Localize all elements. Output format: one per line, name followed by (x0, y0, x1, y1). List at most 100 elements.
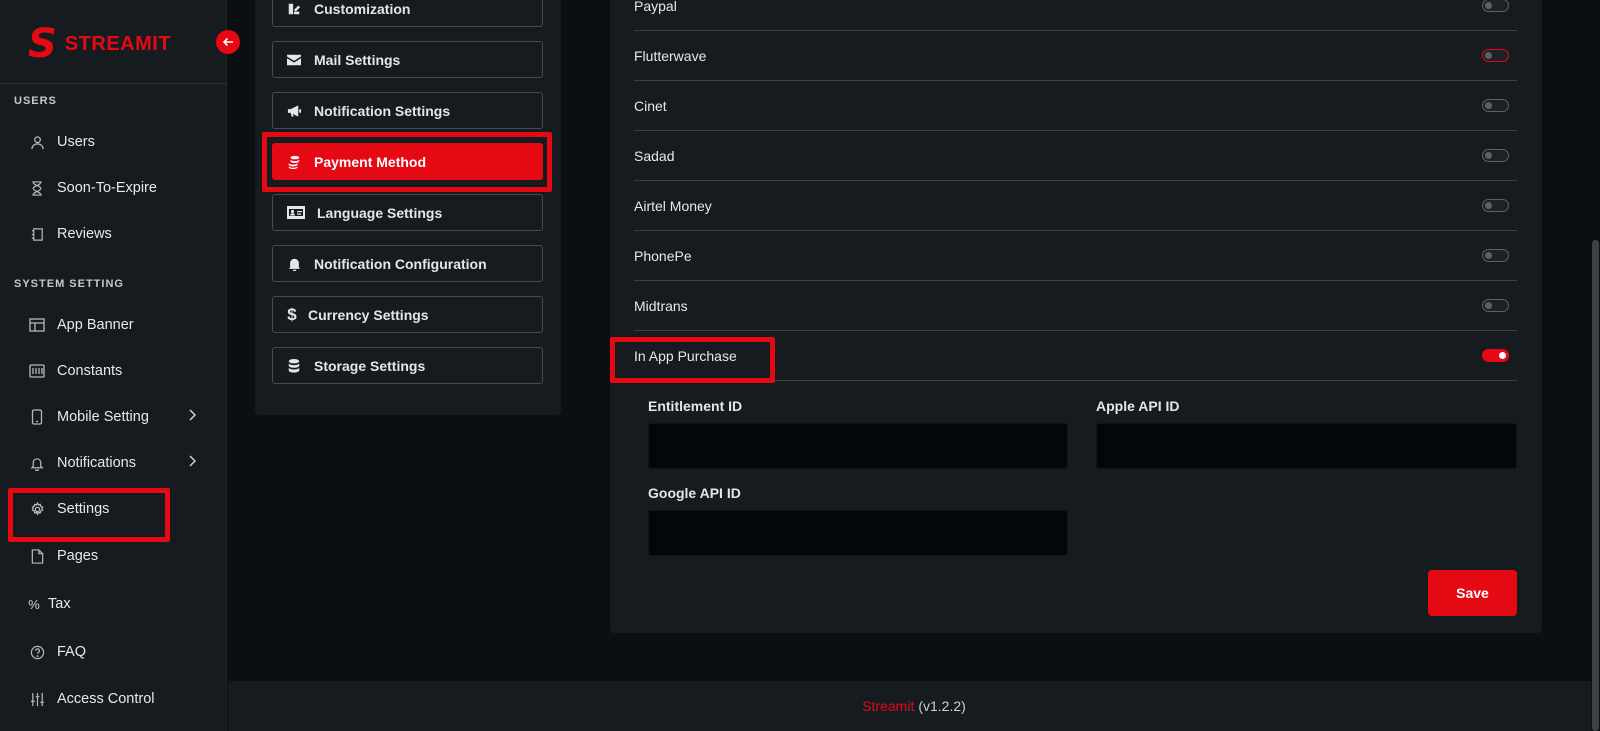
sidebar-item-label: Reviews (57, 226, 112, 242)
midtrans-toggle[interactable] (1482, 299, 1509, 312)
menu-payment-method[interactable]: Payment Method (272, 143, 543, 180)
mobile-icon (28, 408, 46, 426)
apple-api-id-input[interactable] (1096, 423, 1517, 469)
sidebar-item-label: FAQ (57, 644, 87, 660)
page-scrollbar[interactable] (1591, 0, 1600, 731)
menu-label: Notification Configuration (314, 255, 487, 272)
database-icon (286, 358, 302, 374)
payment-row-phonepe: PhonePe (634, 231, 1517, 281)
phonepe-toggle[interactable] (1482, 249, 1509, 262)
section-title-system-setting: SYSTEM SETTING (14, 278, 124, 290)
constants-icon (28, 362, 46, 380)
apple-api-id-label: Apple API ID (1096, 398, 1180, 414)
sidebar-item-label: Pages (57, 548, 99, 564)
cinet-toggle[interactable] (1482, 99, 1509, 112)
menu-label: Currency Settings (308, 306, 429, 323)
dollar-icon: $ (287, 304, 297, 324)
sidebar-item-label: Notifications (57, 455, 136, 471)
streamit-logo-icon: S (28, 21, 57, 67)
megaphone-icon (286, 103, 302, 119)
google-api-id-label: Google API ID (648, 485, 741, 501)
menu-label: Language Settings (317, 204, 443, 221)
payment-label: Midtrans (634, 298, 688, 314)
payment-label: Paypal (634, 0, 677, 14)
sidebar-item-notifications[interactable]: Notifications (28, 451, 198, 475)
coins-icon (286, 154, 302, 170)
footer-version: (v1.2.2) (918, 698, 966, 714)
sidebar-item-constants[interactable]: Constants (28, 359, 198, 383)
sidebar-collapse-button[interactable] (216, 30, 240, 54)
highlight-settings (8, 488, 170, 542)
scrollbar-thumb[interactable] (1592, 240, 1599, 731)
menu-mail-settings[interactable]: Mail Settings (272, 41, 543, 78)
menu-language-settings[interactable]: Language Settings (272, 194, 543, 231)
airtel-money-toggle[interactable] (1482, 199, 1509, 212)
sidebar-item-label: App Banner (57, 317, 134, 333)
section-title-users: USERS (14, 95, 57, 107)
chevron-right-icon (188, 409, 197, 425)
payment-label: PhonePe (634, 248, 692, 264)
sidebar-item-tax[interactable]: % Tax (28, 592, 198, 616)
entitlement-id-label: Entitlement ID (648, 398, 743, 414)
sidebar-item-faq[interactable]: FAQ (28, 640, 198, 664)
footer-brand-link[interactable]: Streamit (862, 698, 914, 714)
page-icon (28, 547, 46, 565)
menu-label: Payment Method (314, 153, 427, 170)
payment-row-midtrans: Midtrans (634, 281, 1517, 331)
menu-currency-settings[interactable]: $ Currency Settings (272, 296, 543, 333)
sidebar-item-mobile-setting[interactable]: Mobile Setting (28, 405, 198, 429)
sliders-icon (28, 690, 46, 708)
save-button[interactable]: Save (1428, 570, 1517, 616)
id-card-icon (286, 205, 305, 221)
sidebar-item-label: Mobile Setting (57, 409, 149, 425)
user-icon (28, 133, 46, 151)
sidebar: S STREAMIT USERS Users Soon-To-Expire Re… (0, 0, 227, 731)
menu-notification-configuration[interactable]: Notification Configuration (272, 245, 543, 282)
brand-logo[interactable]: S STREAMIT (28, 24, 171, 64)
sidebar-item-label: Users (57, 134, 95, 150)
sidebar-divider (0, 83, 227, 84)
bell-icon (286, 256, 302, 272)
payment-label: Flutterwave (634, 48, 707, 64)
payment-label: Cinet (634, 98, 667, 114)
menu-label: Mail Settings (314, 51, 401, 68)
percent-icon: % (28, 596, 40, 612)
in-app-purchase-toggle[interactable] (1482, 349, 1509, 362)
menu-storage-settings[interactable]: Storage Settings (272, 347, 543, 384)
sidebar-item-soon-to-expire[interactable]: Soon-To-Expire (28, 176, 198, 200)
menu-label: Storage Settings (314, 357, 426, 374)
sidebar-item-users[interactable]: Users (28, 130, 198, 154)
payment-row-flutterwave: Flutterwave (634, 31, 1517, 81)
sidebar-item-access-control[interactable]: Access Control (28, 687, 198, 711)
hourglass-icon (28, 179, 46, 197)
google-api-id-input[interactable] (648, 510, 1068, 556)
paypal-toggle[interactable] (1482, 0, 1509, 12)
review-icon (28, 225, 46, 243)
payment-row-sadad: Sadad (634, 131, 1517, 181)
sidebar-item-app-banner[interactable]: App Banner (28, 313, 198, 337)
brand-name: STREAMIT (64, 32, 172, 55)
menu-label: Customization (314, 0, 411, 17)
flutterwave-toggle[interactable] (1482, 49, 1509, 62)
banner-icon (28, 316, 46, 334)
sidebar-item-reviews[interactable]: Reviews (28, 222, 198, 246)
menu-notification-settings[interactable]: Notification Settings (272, 92, 543, 129)
payment-row-paypal: Paypal (634, 0, 1517, 31)
footer: Streamit (v1.2.2) (228, 681, 1600, 731)
sidebar-item-label: Tax (48, 596, 71, 612)
mail-icon (286, 52, 302, 68)
sidebar-item-pages[interactable]: Pages (28, 544, 198, 568)
sidebar-item-label: Soon-To-Expire (57, 180, 157, 196)
highlight-in-app-purchase (610, 337, 775, 383)
sadad-toggle[interactable] (1482, 149, 1509, 162)
entitlement-id-input[interactable] (648, 423, 1068, 469)
arrow-left-icon (222, 37, 233, 47)
chevron-right-icon (188, 455, 197, 471)
sidebar-item-label: Constants (57, 363, 123, 379)
menu-customization[interactable]: Customization (272, 0, 543, 27)
brush-icon (286, 1, 302, 17)
sidebar-item-label: Access Control (57, 691, 155, 707)
bell-icon (28, 454, 46, 472)
menu-label: Notification Settings (314, 102, 451, 119)
question-icon (28, 643, 46, 661)
